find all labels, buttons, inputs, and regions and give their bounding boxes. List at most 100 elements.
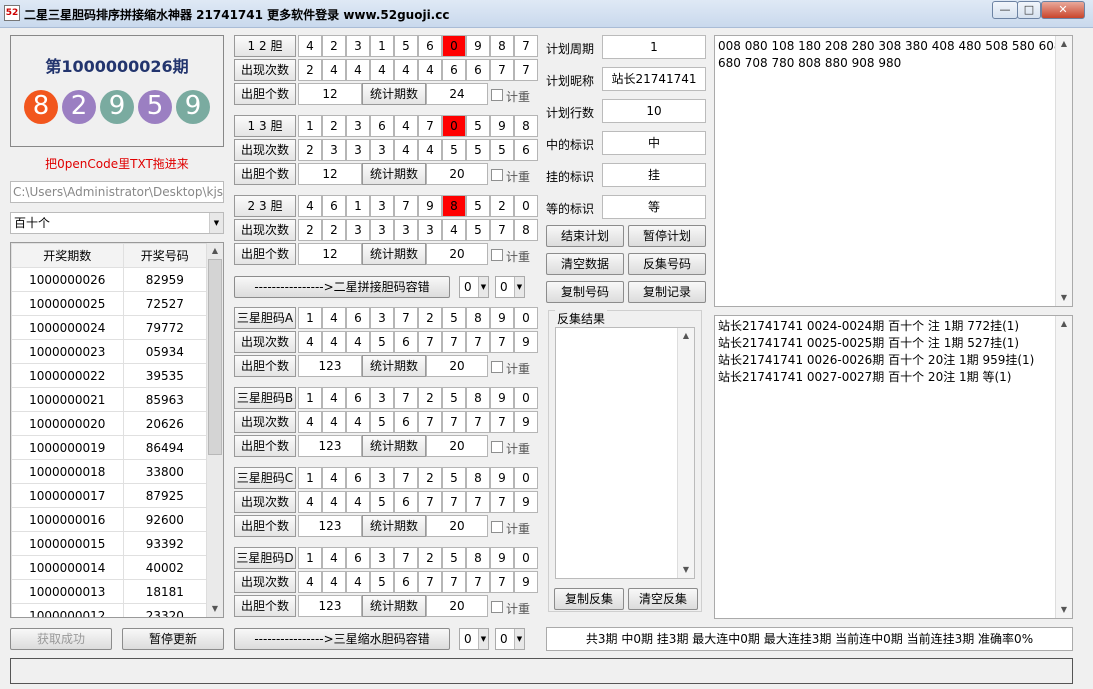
plan-input[interactable]: 等 (602, 195, 706, 219)
dan-number-cell[interactable]: 8 (442, 195, 466, 217)
dan-number-cell[interactable]: 3 (370, 307, 394, 329)
chevron-down-icon[interactable]: ▼ (478, 277, 488, 297)
dan-number-cell[interactable]: 8 (466, 467, 490, 489)
dan-count-input[interactable]: 123 (298, 435, 362, 457)
dan-number-cell[interactable]: 5 (466, 115, 490, 137)
dan-number-cell[interactable]: 1 (298, 387, 322, 409)
close-button[interactable]: ✕ (1041, 1, 1085, 19)
dan-number-cell[interactable]: 1 (370, 35, 394, 57)
dan-number-cell[interactable]: 4 (298, 195, 322, 217)
stat-periods-input[interactable]: 20 (426, 355, 488, 377)
dan-number-cell[interactable]: 7 (394, 467, 418, 489)
dan-number-cell[interactable]: 6 (346, 387, 370, 409)
minimize-button[interactable]: — (992, 1, 1018, 19)
two-star-tolerance-b[interactable]: 0 ▼ (495, 276, 525, 298)
dan-count-input[interactable]: 123 (298, 355, 362, 377)
table-row[interactable]: 1000000017 87925 (11, 483, 208, 508)
weight-checkbox[interactable] (491, 521, 503, 533)
dan-number-cell[interactable]: 9 (490, 307, 514, 329)
copy-fanji-button[interactable]: 复制反集 (554, 588, 624, 610)
plan-input[interactable]: 1 (602, 35, 706, 59)
plan-input[interactable]: 挂 (602, 163, 706, 187)
dan-number-cell[interactable]: 2 (322, 115, 346, 137)
numbers-output[interactable]: 008 080 108 180 208 280 308 380 408 480 … (714, 35, 1073, 307)
dan-number-cell[interactable]: 3 (370, 387, 394, 409)
table-row[interactable]: 1000000024 79772 (11, 315, 208, 340)
dan-number-cell[interactable]: 3 (370, 467, 394, 489)
dan-number-cell[interactable]: 1 (298, 547, 322, 569)
plan-action-button[interactable]: 暂停计划 (628, 225, 706, 247)
plan-action-button[interactable]: 复制记录 (628, 281, 706, 303)
scroll-down-icon[interactable]: ▼ (1056, 290, 1072, 306)
dan-number-cell[interactable]: 4 (394, 115, 418, 137)
fetch-status-button[interactable]: 获取成功 (10, 628, 112, 650)
plan-action-button[interactable]: 复制号码 (546, 281, 624, 303)
scroll-up-icon[interactable]: ▲ (678, 328, 694, 344)
table-row[interactable]: 1000000015 93392 (11, 531, 208, 556)
dan-number-cell[interactable]: 8 (490, 35, 514, 57)
scroll-down-icon[interactable]: ▼ (1056, 602, 1072, 618)
dan-number-cell[interactable]: 9 (490, 387, 514, 409)
dan-number-cell[interactable]: 9 (490, 467, 514, 489)
chevron-down-icon[interactable]: ▼ (514, 277, 524, 297)
dan-number-cell[interactable]: 8 (466, 307, 490, 329)
log-scrollbar[interactable]: ▲ ▼ (1055, 316, 1072, 618)
scroll-up-icon[interactable]: ▲ (207, 243, 223, 259)
dan-number-cell[interactable]: 0 (514, 547, 538, 569)
dan-number-cell[interactable]: 1 (298, 467, 322, 489)
grid-label[interactable]: 1 3 胆 (234, 115, 296, 137)
dan-number-cell[interactable]: 9 (490, 547, 514, 569)
dan-number-cell[interactable]: 2 (418, 387, 442, 409)
dan-number-cell[interactable]: 2 (322, 35, 346, 57)
grid-label[interactable]: 三星胆码B (234, 387, 296, 409)
weight-checkbox[interactable] (491, 601, 503, 613)
grid-label[interactable]: 三星胆码C (234, 467, 296, 489)
pause-update-button[interactable]: 暂停更新 (122, 628, 224, 650)
numbers-scrollbar[interactable]: ▲ ▼ (1055, 36, 1072, 306)
dan-number-cell[interactable]: 0 (442, 35, 466, 57)
weight-checkbox[interactable] (491, 361, 503, 373)
grid-label[interactable]: 2 3 胆 (234, 195, 296, 217)
scroll-thumb[interactable] (208, 259, 222, 455)
table-row[interactable]: 1000000012 23320 (11, 603, 208, 617)
fanji-result-textarea[interactable]: ▲ ▼ (555, 327, 695, 579)
dan-number-cell[interactable]: 6 (418, 35, 442, 57)
chevron-down-icon[interactable]: ▼ (209, 213, 223, 233)
dan-count-input[interactable]: 12 (298, 83, 362, 105)
grid-label[interactable]: 三星胆码D (234, 547, 296, 569)
table-row[interactable]: 1000000020 20626 (11, 411, 208, 436)
dan-number-cell[interactable]: 8 (514, 115, 538, 137)
plan-action-button[interactable]: 结束计划 (546, 225, 624, 247)
dan-count-input[interactable]: 12 (298, 243, 362, 265)
dan-count-input[interactable]: 12 (298, 163, 362, 185)
scroll-up-icon[interactable]: ▲ (1056, 36, 1072, 52)
table-row[interactable]: 1000000021 85963 (11, 387, 208, 412)
dan-number-cell[interactable]: 6 (346, 547, 370, 569)
table-row[interactable]: 1000000026 82959 (11, 267, 208, 292)
dan-number-cell[interactable]: 7 (394, 307, 418, 329)
stat-periods-input[interactable]: 20 (426, 595, 488, 617)
dan-number-cell[interactable]: 2 (418, 467, 442, 489)
stat-periods-input[interactable]: 24 (426, 83, 488, 105)
dan-number-cell[interactable]: 7 (418, 115, 442, 137)
table-header[interactable]: 开奖号码 (122, 243, 208, 268)
dan-number-cell[interactable]: 0 (514, 307, 538, 329)
table-row[interactable]: 1000000016 92600 (11, 507, 208, 532)
table-row[interactable]: 1000000025 72527 (11, 291, 208, 316)
grid-label[interactable]: 1 2 胆 (234, 35, 296, 57)
dan-number-cell[interactable]: 1 (298, 115, 322, 137)
two-star-join-button[interactable]: ---------------->二星拼接胆码容错 (234, 276, 450, 298)
weight-checkbox[interactable] (491, 89, 503, 101)
dan-number-cell[interactable]: 0 (442, 115, 466, 137)
dan-number-cell[interactable]: 0 (514, 387, 538, 409)
file-path-input[interactable]: C:\Users\Administrator\Desktop\kjsj (10, 181, 224, 203)
dan-number-cell[interactable]: 1 (298, 307, 322, 329)
dan-number-cell[interactable]: 6 (346, 467, 370, 489)
scroll-down-icon[interactable]: ▼ (207, 601, 223, 617)
plan-input[interactable]: 中 (602, 131, 706, 155)
three-star-tolerance-a[interactable]: 0 ▼ (459, 628, 489, 650)
dan-number-cell[interactable]: 4 (322, 467, 346, 489)
dan-number-cell[interactable]: 8 (466, 387, 490, 409)
plan-input[interactable]: 站长21741741 (602, 67, 706, 91)
chevron-down-icon[interactable]: ▼ (514, 629, 524, 649)
